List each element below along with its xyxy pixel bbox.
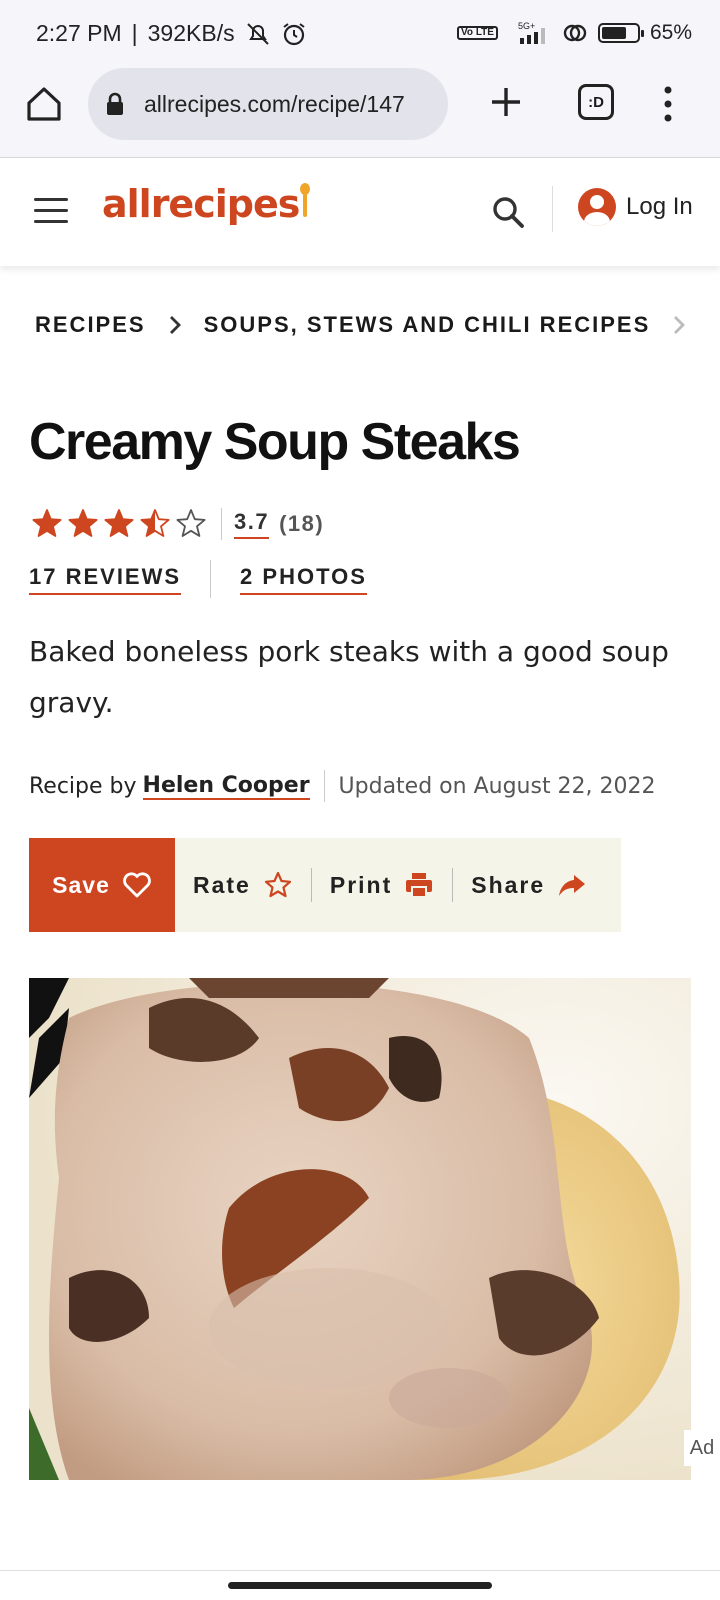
status-right: Vo LTE 5G+ 65% [457,20,692,46]
byline: Recipe by Helen Cooper Updated on August… [29,770,656,802]
save-button[interactable]: Save [29,838,175,932]
byline-prefix: Recipe by [29,773,137,799]
status-speed: 392KB/s [147,20,235,46]
network-type-label: 5G+ [518,21,535,31]
more-options-icon[interactable] [656,84,680,124]
battery-icon [597,23,644,43]
rate-label: Rate [193,871,251,898]
breadcrumb-soups[interactable]: SOUPS, STEWS AND CHILI RECIPES [204,312,651,338]
signal-icon: 5G+ [518,21,545,44]
star-half-icon [140,509,170,537]
recipe-title: Creamy Soup Steaks [29,413,521,471]
photos-link[interactable]: 2 PHOTOS [240,564,367,595]
header-divider [552,186,553,232]
battery-fill [601,27,626,39]
status-left: 2:27 PM | 392KB/s [36,20,307,47]
rating-row: 3.7 (18) [31,508,324,540]
reviews-link[interactable]: 17 REVIEWS [29,564,182,595]
site-header: allrecipes Log In [0,158,720,266]
battery-percent: 65% [649,21,692,44]
chevron-right-icon [169,316,181,334]
recipe-description: Baked boneless pork steaks with a good s… [29,635,669,719]
breadcrumb: RECIPES SOUPS, STEWS AND CHILI RECIPES [35,312,708,338]
hotspot-icon [563,24,587,42]
logo-spoon-icon [300,183,311,217]
save-label: Save [52,871,110,898]
url-text: allrecipes.com/recipe/147 [144,90,405,117]
author-link[interactable]: Helen Cooper [142,773,310,800]
gesture-navigation-bar[interactable] [228,1582,492,1589]
login-button[interactable]: Log In [578,188,693,226]
ad-label[interactable]: Ad [684,1430,720,1466]
site-logo[interactable]: allrecipes [102,182,311,226]
status-bar: 2:27 PM | 392KB/s Vo LTE 5G+ 65% [0,0,720,66]
login-label: Log In [626,193,693,220]
rating-stars[interactable] [31,508,207,540]
share-label: Share [471,871,546,898]
rating-count: (18) [279,511,325,536]
recipe-photo[interactable] [29,978,691,1480]
star-full-icon [32,509,62,537]
search-icon[interactable] [490,194,526,230]
star-outline-icon [264,871,291,898]
reviews-photos-row: 17 REVIEWS 2 PHOTOS [29,560,367,598]
volte-icon: Vo LTE [457,26,498,40]
lock-icon [107,92,123,115]
tab-switcher-button[interactable]: :D [578,84,614,120]
heart-icon [123,872,151,898]
alarm-icon [282,22,305,45]
links-divider [210,560,212,598]
browser-toolbar: allrecipes.com/recipe/147 :D [0,66,720,158]
star-full-icon [104,509,134,537]
status-time: 2:27 PM [36,20,122,46]
share-button[interactable]: Share [453,838,605,932]
share-arrow-icon [559,875,586,896]
user-avatar-icon [578,188,616,226]
action-bar: Save Rate Print Share [29,838,621,932]
rate-button[interactable]: Rate [175,838,311,932]
recipe-photo-image [29,978,691,1480]
chevron-right-icon [674,316,686,334]
rating-divider [221,508,222,540]
star-full-icon [68,509,98,537]
print-label: Print [329,871,393,898]
star-empty-icon [176,509,206,537]
updated-date: Updated on August 22, 2022 [338,773,656,799]
print-button[interactable]: Print [312,838,452,932]
byline-divider [323,770,325,802]
rating-value[interactable]: 3.7 [234,509,270,539]
mute-notifications-icon [246,22,269,45]
breadcrumb-recipes[interactable]: RECIPES [35,312,146,338]
printer-icon [406,873,433,898]
menu-icon[interactable] [34,198,68,224]
home-icon[interactable] [24,84,64,124]
new-tab-icon[interactable] [486,82,526,122]
bottom-rule [0,1570,720,1571]
address-bar[interactable]: allrecipes.com/recipe/147 [88,68,448,140]
